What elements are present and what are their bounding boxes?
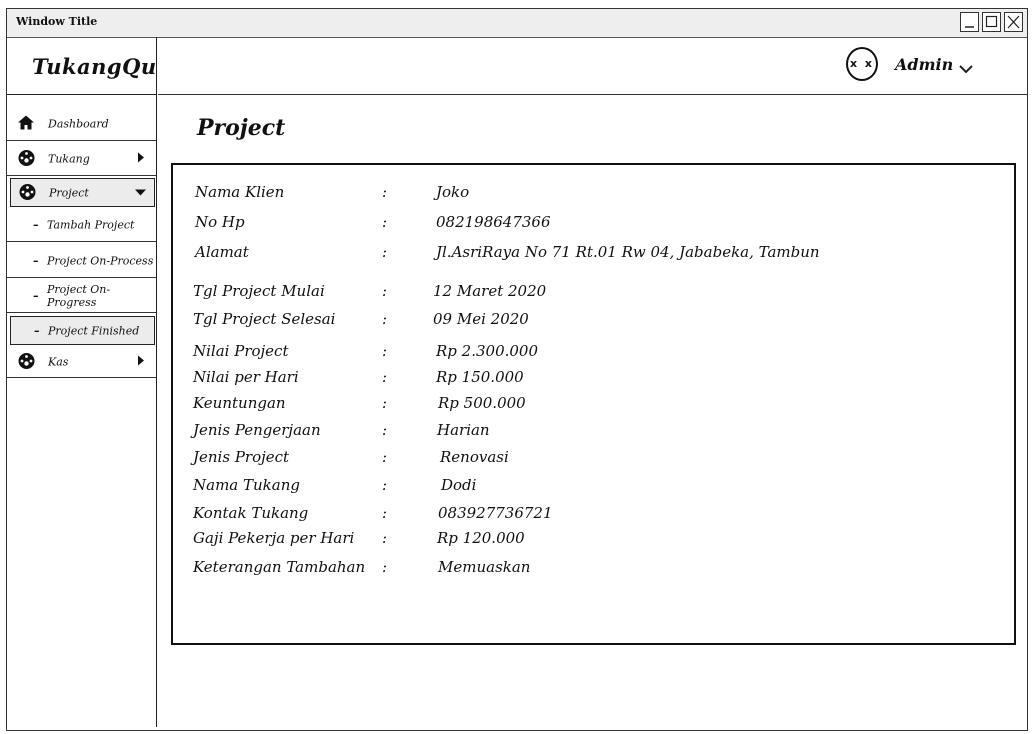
sidebar: TukangQu Dashboard Tukang Project – Tamb… xyxy=(7,37,157,727)
home-icon xyxy=(17,115,35,134)
field-label: Keuntungan xyxy=(193,394,286,412)
sidebar-item-project[interactable]: Project xyxy=(10,178,155,207)
caret-right-icon xyxy=(137,355,145,369)
field-value: Memuaskan xyxy=(438,558,531,576)
field-label: Keterangan Tambahan xyxy=(193,558,366,576)
close-button[interactable] xyxy=(1004,12,1023,32)
field-value: Rp 500.000 xyxy=(438,394,526,412)
field-label: Jenis Pengerjaan xyxy=(193,421,321,439)
field-value: Harian xyxy=(437,421,490,439)
sidebar-subitem-project-on-progress[interactable]: – Project On-Progress xyxy=(7,280,156,313)
chevron-down-icon[interactable] xyxy=(959,59,973,78)
field-value: 082198647366 xyxy=(436,213,551,231)
sidebar-item-label: Project Finished xyxy=(48,324,140,337)
field-label: Tgl Project Mulai xyxy=(193,282,325,300)
field-separator: : xyxy=(382,368,388,386)
field-label: Jenis Project xyxy=(193,448,290,466)
app-window: Window Title TukangQu Dashboard Tukang P… xyxy=(6,8,1028,731)
field-value: 12 Maret 2020 xyxy=(433,282,547,300)
caret-right-icon xyxy=(137,152,145,166)
field-value: Rp 150.000 xyxy=(436,368,524,386)
maximize-button[interactable] xyxy=(982,12,1001,32)
window-title: Window Title xyxy=(16,15,98,28)
gauge-icon xyxy=(17,149,36,169)
field-separator: : xyxy=(382,558,388,576)
field-label: No Hp xyxy=(195,213,245,231)
field-value: Rp 120.000 xyxy=(437,529,525,547)
sidebar-item-label: Kas xyxy=(48,355,69,369)
sidebar-item-label: Tambah Project xyxy=(47,218,135,232)
title-bar: Window Title xyxy=(7,9,1027,38)
sidebar-item-label: Project xyxy=(49,186,89,199)
field-value: Renovasi xyxy=(440,448,509,466)
field-label: Alamat xyxy=(195,243,249,261)
field-separator: : xyxy=(382,504,388,522)
sidebar-item-label: Project On-Progress xyxy=(47,283,111,309)
field-label: Nilai per Hari xyxy=(193,368,299,386)
field-label: Tgl Project Selesai xyxy=(193,310,336,328)
sidebar-subitem-tambah-project[interactable]: – Tambah Project xyxy=(7,209,156,242)
field-value: Rp 2.300.000 xyxy=(436,342,539,360)
sidebar-subitem-project-finished[interactable]: – Project Finished xyxy=(10,316,155,345)
brand-logo[interactable]: TukangQu xyxy=(7,37,156,95)
caret-down-icon xyxy=(135,186,146,199)
field-separator: : xyxy=(382,213,388,231)
minimize-button[interactable] xyxy=(960,12,979,32)
submenu-marker: – xyxy=(33,254,39,267)
field-separator: : xyxy=(382,448,388,466)
sidebar-item-label: Tukang xyxy=(48,152,90,166)
field-separator: : xyxy=(382,394,388,412)
field-separator: : xyxy=(382,183,388,201)
sidebar-item-kas[interactable]: Kas xyxy=(7,347,156,378)
field-separator: : xyxy=(382,476,388,494)
sidebar-item-label: Project On-Process xyxy=(47,254,154,267)
page-title: Project xyxy=(197,115,286,141)
field-separator: : xyxy=(382,243,388,261)
header-bar: x x Admin xyxy=(158,37,1027,95)
field-value: 09 Mei 2020 xyxy=(433,310,529,328)
field-label: Nama Tukang xyxy=(193,476,300,494)
project-detail-card: Nama Klien : Joko No Hp : 082198647366 A… xyxy=(171,163,1016,645)
sidebar-item-label: Dashboard xyxy=(48,117,109,131)
field-separator: : xyxy=(382,342,388,360)
field-separator: : xyxy=(382,529,388,547)
submenu-marker: – xyxy=(34,324,40,337)
field-value: Jl.AsriRaya No 71 Rt.01 Rw 04, Jababeka,… xyxy=(436,243,820,261)
field-label: Gaji Pekerja per Hari xyxy=(193,529,355,547)
avatar[interactable]: x x xyxy=(846,47,878,81)
field-value: Dodi xyxy=(441,476,477,494)
field-separator: : xyxy=(382,421,388,439)
sidebar-item-tukang[interactable]: Tukang xyxy=(7,143,156,176)
gauge-icon xyxy=(17,352,36,372)
sidebar-subitem-project-on-process[interactable]: – Project On-Process xyxy=(7,244,156,278)
sidebar-item-dashboard[interactable]: Dashboard xyxy=(7,108,156,141)
field-value: Joko xyxy=(436,183,470,201)
gauge-icon xyxy=(18,183,37,203)
field-label: Nilai Project xyxy=(193,342,289,360)
field-separator: : xyxy=(382,310,388,328)
field-label: Nama Klien xyxy=(195,183,285,201)
field-value: 083927736721 xyxy=(438,504,553,522)
brand-name: TukangQu xyxy=(32,54,157,79)
user-name[interactable]: Admin xyxy=(895,55,953,74)
submenu-marker: – xyxy=(33,289,39,303)
submenu-marker: – xyxy=(33,218,39,232)
field-separator: : xyxy=(382,282,388,300)
field-label: Kontak Tukang xyxy=(193,504,309,522)
